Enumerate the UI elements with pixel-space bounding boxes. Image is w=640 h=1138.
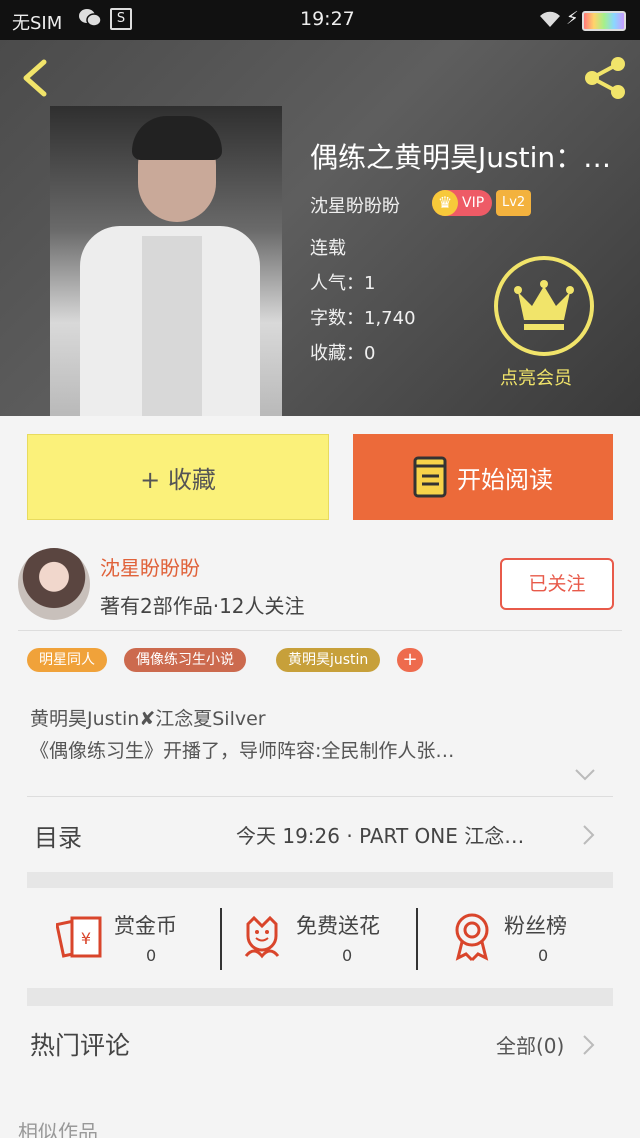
stat-value: 0: [146, 946, 157, 965]
similar-works-title: 相似作品: [18, 1120, 98, 1138]
battery-icon: [582, 11, 626, 31]
description-line-1: 黄明昊Justin✘江念夏Silver: [30, 708, 266, 730]
start-reading-label: 开始阅读: [457, 465, 553, 494]
cover-figure-shirt: [142, 236, 202, 416]
stat-divider: [416, 908, 418, 970]
divider-line: [27, 796, 613, 797]
stat-value: 0: [538, 946, 549, 965]
book-author[interactable]: 沈星盼盼盼: [310, 192, 400, 218]
share-icon[interactable]: [580, 54, 630, 102]
follow-button[interactable]: 已关注: [500, 558, 614, 610]
toc-latest-chapter: 今天 19:26 · PART ONE 江念…: [236, 824, 525, 848]
stat-value: 0: [342, 946, 353, 965]
svg-text:¥: ¥: [81, 929, 91, 948]
start-reading-button[interactable]: 开始阅读: [353, 434, 613, 520]
ribbon-award-icon: [455, 913, 489, 962]
book-popularity: 人气：1: [310, 273, 376, 294]
book-word-count: 字数：1,740: [310, 308, 416, 329]
carrier-label: 无SIM: [12, 13, 63, 34]
wechat-icon: [79, 9, 102, 27]
expand-chevron-icon[interactable]: [574, 768, 596, 782]
favorite-button[interactable]: + 收藏: [27, 434, 329, 520]
wifi-icon: [540, 11, 560, 27]
add-tag-button[interactable]: +: [397, 648, 423, 672]
chevron-right-icon: [583, 825, 595, 845]
book-header: 偶练之黄明昊Justin：… 沈星盼盼盼 ♛ VIP Lv2 连载 人气：1 字…: [0, 40, 640, 416]
chevron-right-icon: [583, 1035, 595, 1055]
level-badge: Lv2: [496, 190, 532, 216]
tag-item[interactable]: 黄明昊justin: [276, 648, 381, 672]
author-stats: 著有2部作品·12人关注: [100, 594, 305, 618]
book-status: 连载: [310, 238, 346, 259]
tag-item[interactable]: 明星同人: [27, 648, 107, 672]
status-bar: 无SIM S 19:27 ⚡: [0, 0, 640, 40]
member-label[interactable]: 点亮会员: [500, 364, 572, 390]
back-arrow-icon[interactable]: [18, 58, 54, 98]
red-envelope-icon: ¥: [56, 916, 102, 958]
member-crown-icon: [514, 280, 574, 330]
vip-badge: ♛ VIP: [432, 190, 493, 216]
cover-figure-hair: [132, 116, 222, 160]
book-favorites: 收藏：0: [310, 343, 376, 364]
author-name[interactable]: 沈星盼盼盼: [100, 552, 200, 581]
stat-label: 免费送花: [296, 914, 380, 938]
section-separator: [27, 988, 613, 1006]
all-comments-label: 全部(0): [496, 1034, 565, 1058]
hot-comments-title: 热门评论: [30, 1031, 131, 1060]
screenshot-icon: S: [110, 8, 132, 30]
toc-label: 目录: [34, 824, 82, 852]
stat-divider: [220, 908, 222, 970]
divider-line: [18, 630, 622, 631]
author-avatar[interactable]: [18, 548, 90, 620]
book-title: 偶练之黄明昊Justin：…: [310, 141, 612, 174]
tag-item[interactable]: 偶像练习生小说: [124, 648, 246, 672]
member-button[interactable]: [494, 256, 594, 356]
stat-label: 粉丝榜: [504, 914, 567, 938]
book-icon: [413, 456, 447, 498]
clock: 19:27: [300, 8, 355, 30]
vip-label: VIP: [462, 195, 485, 211]
section-separator: [27, 872, 613, 888]
crown-icon: ♛: [432, 190, 458, 216]
flower-icon: [244, 915, 280, 959]
description-line-2: 《偶像练习生》开播了，导师阵容:全民制作人张…: [30, 740, 455, 762]
charging-icon: ⚡: [566, 8, 579, 29]
book-cover[interactable]: [50, 106, 282, 416]
stat-label: 赏金币: [114, 914, 177, 938]
